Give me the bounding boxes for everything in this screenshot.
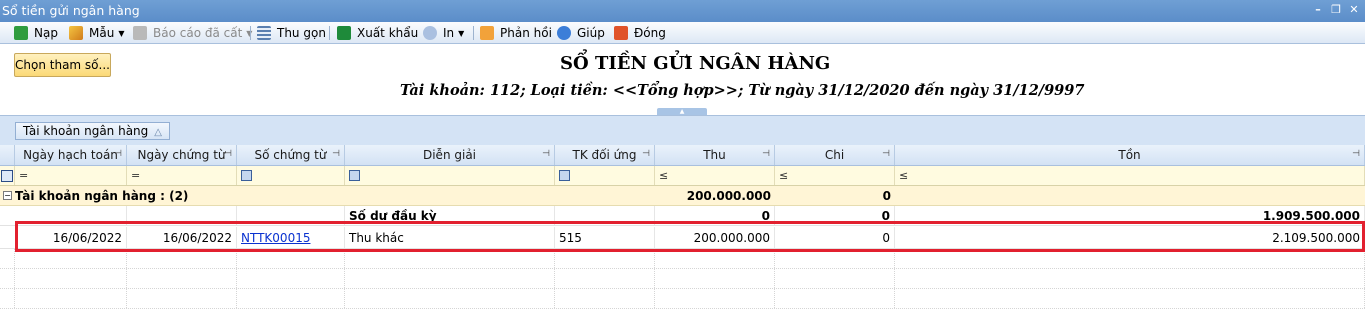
excel-icon (337, 26, 351, 40)
restore-icon[interactable]: ❐ (1329, 3, 1343, 17)
chevron-down-icon: ▼ (458, 28, 465, 38)
print-button[interactable]: In ▼ (423, 25, 464, 41)
pin-icon[interactable]: ⊣ (882, 149, 890, 159)
pin-icon[interactable]: ⊣ (542, 149, 550, 159)
toolbar-separator (250, 26, 251, 40)
filter-voucher-no[interactable] (237, 166, 345, 185)
col-header-receipt[interactable]: Thu ⊣ (655, 145, 775, 165)
filter-contra-account[interactable] (555, 166, 655, 185)
col-header-posting-date[interactable]: Ngày hạch toán ⊣ (15, 145, 127, 165)
filter-contains-icon (559, 170, 570, 181)
empty-row (0, 269, 1365, 289)
filter-balance[interactable]: ≤ (895, 166, 1365, 185)
close-icon (614, 26, 628, 40)
chevron-down-icon: ▼ (118, 28, 125, 38)
toolbar-separator (329, 26, 330, 40)
collapse-header-handle[interactable]: ▲ (657, 108, 707, 115)
close-window-icon[interactable]: ✕ (1347, 3, 1361, 17)
row-indicator-header (0, 145, 15, 165)
export-button[interactable]: Xuất khẩu (337, 25, 418, 41)
cell-balance: 2.109.500.000 (895, 227, 1365, 248)
choose-params-button[interactable]: Chọn tham số... (14, 53, 111, 77)
opening-balance-label: Số dư đầu kỳ (345, 206, 555, 225)
feedback-icon (480, 26, 494, 40)
group-by-panel: Tài khoản ngân hàng △ (0, 115, 1365, 145)
feedback-button[interactable]: Phản hồi (480, 25, 552, 41)
col-header-balance[interactable]: Tồn ⊣ (895, 145, 1365, 165)
filter-contains-icon (349, 170, 360, 181)
help-button[interactable]: Giúp (557, 25, 605, 41)
col-header-voucher-date[interactable]: Ngày chứng từ ⊣ (127, 145, 237, 165)
group-row-label: − Tài khoản ngân hàng : (2) (3, 188, 189, 203)
cell-posting-date: 16/06/2022 (15, 227, 127, 248)
cell-voucher-date: 16/06/2022 (127, 227, 237, 248)
opening-balance-row[interactable]: Số dư đầu kỳ 0 0 1.909.500.000 (0, 206, 1365, 226)
filter-edit-icon[interactable] (0, 166, 15, 185)
pin-icon[interactable]: ⊣ (224, 149, 232, 159)
filter-contains-icon (241, 170, 252, 181)
cell-description: Thu khác (345, 227, 555, 248)
group-receipt-total: 200.000.000 (686, 188, 771, 203)
template-button[interactable]: Mẫu ▼ (69, 25, 124, 41)
group-chip-bank-account[interactable]: Tài khoản ngân hàng △ (15, 122, 170, 140)
collapse-button[interactable]: Thu gọn (257, 25, 326, 41)
cell-contra-account: 515 (555, 227, 655, 248)
saved-reports-button[interactable]: Báo cáo đã cất▼ (133, 25, 252, 41)
minimize-icon[interactable]: – (1311, 3, 1325, 17)
col-header-description[interactable]: Diễn giải ⊣ (345, 145, 555, 165)
filter-payment[interactable]: ≤ (775, 166, 895, 185)
col-header-voucher-no[interactable]: Số chứng từ ⊣ (237, 145, 345, 165)
filter-posting-date[interactable]: = (15, 166, 127, 185)
window-controls: – ❐ ✕ (1311, 3, 1361, 17)
col-header-contra-account[interactable]: TK đối ứng ⊣ (555, 145, 655, 165)
opening-balance-value: 1.909.500.000 (895, 206, 1365, 225)
cell-voucher-no: NTTK00015 (237, 227, 345, 248)
cell-receipt: 200.000.000 (655, 227, 775, 248)
help-icon (557, 26, 571, 40)
save-icon (133, 26, 147, 40)
reload-icon (14, 26, 28, 40)
opening-payment: 0 (775, 206, 895, 225)
opening-receipt: 0 (655, 206, 775, 225)
toolbar-separator (473, 26, 474, 40)
pin-icon[interactable]: ⊣ (1352, 149, 1360, 159)
pin-icon[interactable]: ⊣ (642, 149, 650, 159)
empty-row (0, 249, 1365, 269)
window-title: Sổ tiền gửi ngân hàng (2, 3, 140, 18)
toolbar: Nạp Mẫu▼ Báo cáo đã cất▼ Thu gọn Xuất kh… (0, 22, 1365, 44)
group-row[interactable]: − Tài khoản ngân hàng : (2) 200.000.000 … (0, 186, 1365, 206)
col-header-payment[interactable]: Chi ⊣ (775, 145, 895, 165)
report-subtitle: Tài khoản: 112; Loại tiền: <<Tổng hợp>>;… (400, 82, 1085, 99)
report-header: Chọn tham số... SỔ TIỀN GỬI NGÂN HÀNG Tà… (0, 44, 1365, 115)
collapse-icon (257, 26, 271, 40)
pin-icon[interactable]: ⊣ (114, 149, 122, 159)
pin-icon[interactable]: ⊣ (332, 149, 340, 159)
cell-payment: 0 (775, 227, 895, 248)
print-icon (423, 26, 437, 40)
reload-button[interactable]: Nạp (14, 25, 58, 41)
grid-header: Ngày hạch toán ⊣ Ngày chứng từ ⊣ Số chứng … (0, 145, 1365, 166)
close-button[interactable]: Đóng (614, 25, 666, 41)
pin-icon[interactable]: ⊣ (762, 149, 770, 159)
voucher-link[interactable]: NTTK00015 (241, 231, 310, 245)
table-row[interactable]: 16/06/2022 16/06/2022 NTTK00015 Thu khác… (0, 227, 1365, 249)
sort-asc-icon: △ (154, 127, 162, 138)
title-bar: Sổ tiền gửi ngân hàng – ❐ ✕ (0, 0, 1365, 22)
collapse-group-icon[interactable]: − (3, 191, 12, 200)
filter-row: = = ≤ ≤ ≤ (0, 166, 1365, 186)
filter-description[interactable] (345, 166, 555, 185)
empty-row (0, 289, 1365, 309)
filter-receipt[interactable]: ≤ (655, 166, 775, 185)
template-icon (69, 26, 83, 40)
filter-voucher-date[interactable]: = (127, 166, 237, 185)
group-payment-total: 0 (882, 188, 891, 203)
